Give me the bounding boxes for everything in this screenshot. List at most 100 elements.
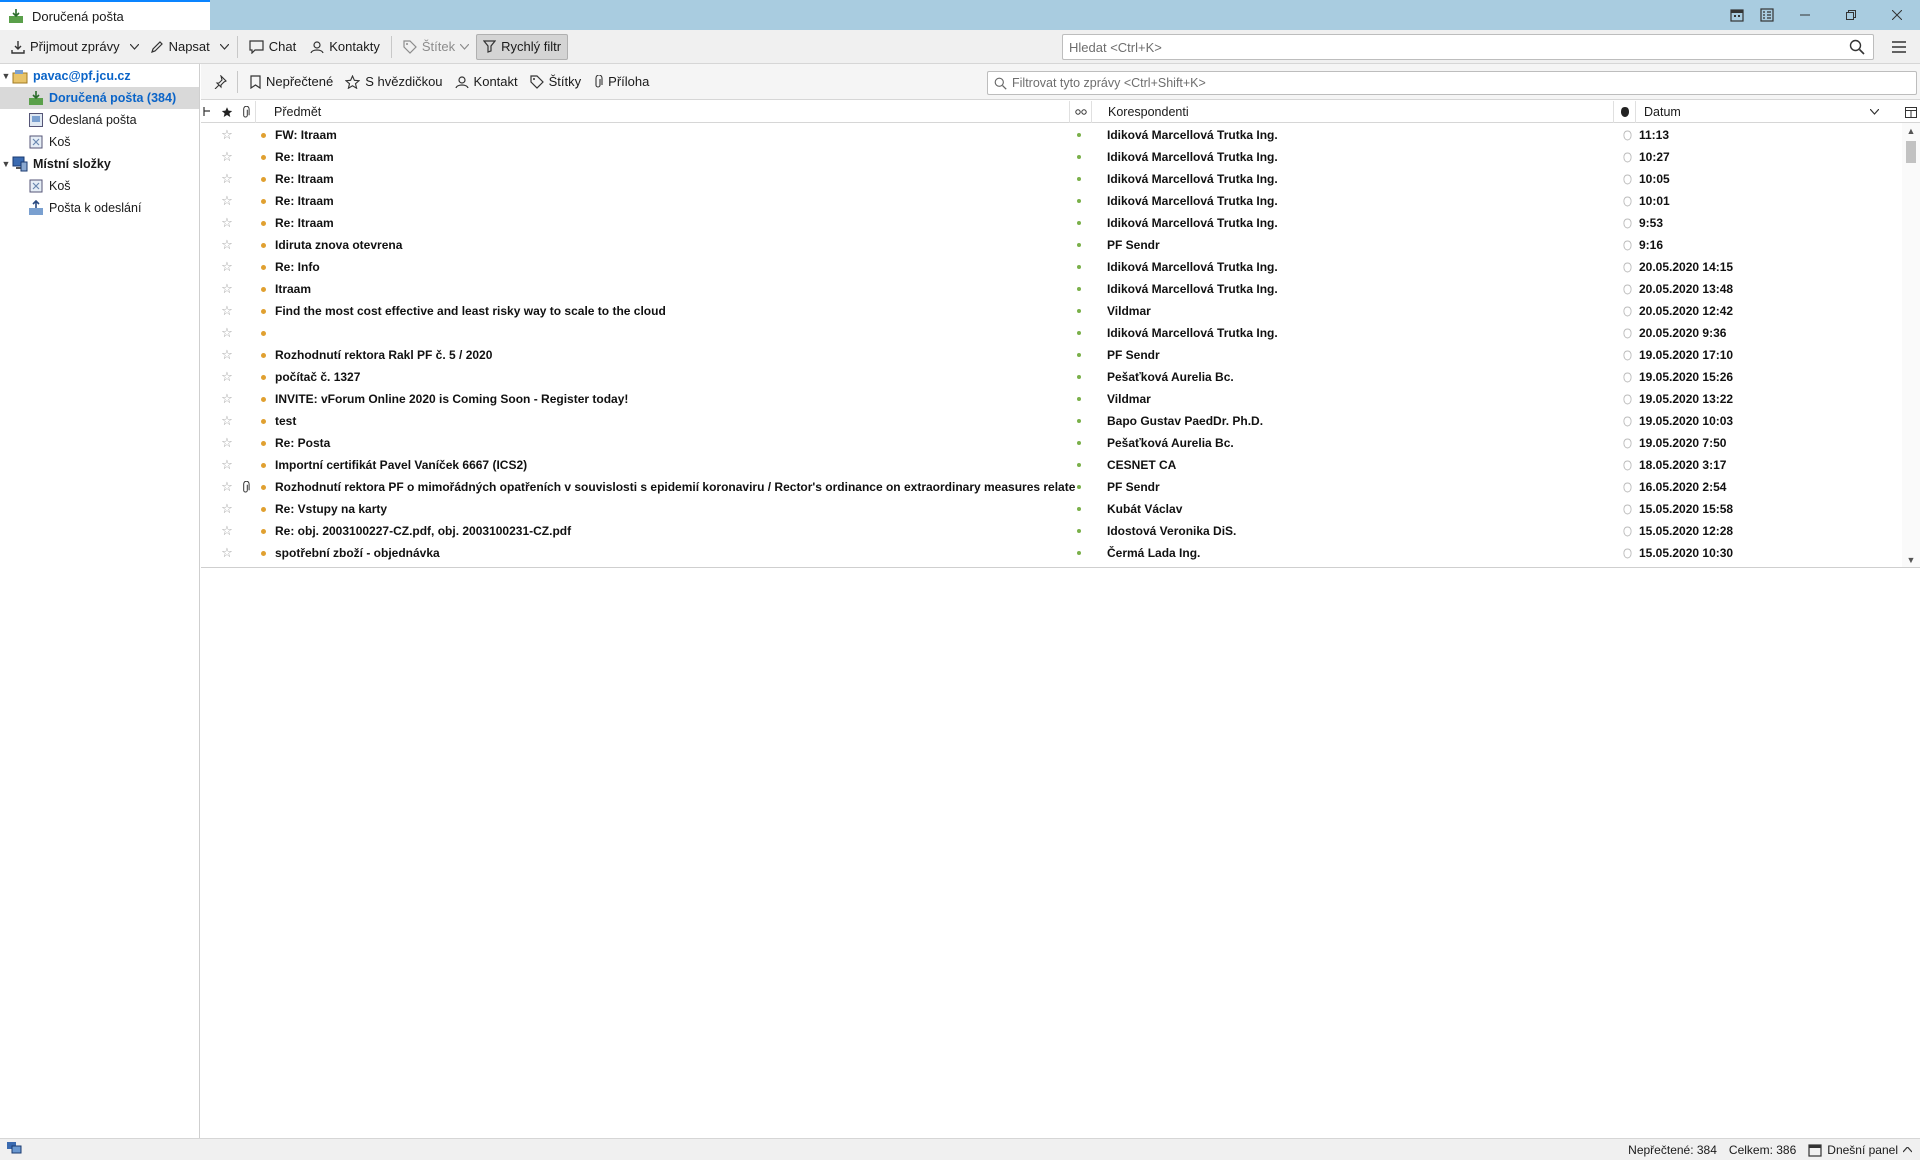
junk-status-icon[interactable] bbox=[1620, 498, 1634, 520]
read-status-icon[interactable] bbox=[1073, 520, 1085, 542]
junk-status-icon[interactable] bbox=[1620, 344, 1634, 366]
message-row[interactable]: ☆ počítač č. 1327 Pešaťková Aurelia Bc. 19.… bbox=[201, 366, 1901, 388]
filter-attachment-button[interactable]: Příloha bbox=[587, 70, 655, 94]
message-row[interactable]: ☆ Idiruta znova otevrena PF Sendr 9:16 bbox=[201, 234, 1901, 256]
read-status-icon[interactable] bbox=[1073, 300, 1085, 322]
message-row[interactable]: ☆ Re: Info Idiková Marcellová Trutka Ing. 2… bbox=[201, 256, 1901, 278]
read-status-icon[interactable] bbox=[1073, 344, 1085, 366]
folder-sent[interactable]: Odeslaná pošta bbox=[0, 109, 199, 131]
star-toggle-icon[interactable]: ☆ bbox=[219, 454, 235, 476]
star-toggle-icon[interactable]: ☆ bbox=[219, 190, 235, 212]
message-row[interactable]: ☆ Idiková Marcellová Trutka Ing. 20.05.202… bbox=[201, 322, 1901, 344]
star-toggle-icon[interactable]: ☆ bbox=[219, 124, 235, 146]
star-toggle-icon[interactable]: ☆ bbox=[219, 300, 235, 322]
star-toggle-icon[interactable]: ☆ bbox=[219, 146, 235, 168]
message-row[interactable]: ☆ Re: Itraam Idiková Marcellová Trutka Ing… bbox=[201, 190, 1901, 212]
minimize-button[interactable] bbox=[1782, 0, 1828, 30]
message-row[interactable]: ☆ test Bapo Gustav PaedDr. Ph.D. 19.05.2020… bbox=[201, 410, 1901, 432]
junk-status-icon[interactable] bbox=[1620, 388, 1634, 410]
filter-unread-button[interactable]: Nepřečtené bbox=[244, 70, 339, 94]
message-row[interactable]: ☆ Rozhodnutí rektora PF o mimořádných opa… bbox=[201, 476, 1901, 498]
read-status-icon[interactable] bbox=[1073, 432, 1085, 454]
star-toggle-icon[interactable]: ☆ bbox=[219, 278, 235, 300]
junk-status-icon[interactable] bbox=[1620, 146, 1634, 168]
junk-status-icon[interactable] bbox=[1620, 454, 1634, 476]
attachment-column-header[interactable] bbox=[237, 101, 253, 123]
restore-button[interactable] bbox=[1828, 0, 1874, 30]
app-menu-button[interactable] bbox=[1888, 36, 1910, 58]
junk-status-icon[interactable] bbox=[1620, 432, 1634, 454]
folder-local[interactable]: ▼ Místní složky bbox=[0, 153, 199, 175]
subject-column-header[interactable]: Předmět bbox=[255, 101, 1069, 123]
today-pane-button[interactable]: Dnešní panel bbox=[1808, 1143, 1912, 1157]
filter-tags-button[interactable]: Štítky bbox=[524, 70, 588, 94]
folder-outbox[interactable]: Pošta k odeslání bbox=[0, 197, 199, 219]
junk-status-icon[interactable] bbox=[1620, 476, 1634, 498]
chat-button[interactable]: Chat bbox=[242, 34, 303, 60]
filter-messages-input[interactable]: Filtrovat tyto zprávy <Ctrl+Shift+K> bbox=[987, 71, 1917, 95]
message-row[interactable]: ☆ FW: Itraam Idiková Marcellová Trutka Ing… bbox=[201, 124, 1901, 146]
thread-column-toggle[interactable] bbox=[203, 101, 217, 123]
read-status-icon[interactable] bbox=[1073, 146, 1085, 168]
thread-scrollbar[interactable]: ▲ ▼ bbox=[1902, 123, 1920, 567]
scroll-up-icon[interactable]: ▲ bbox=[1902, 123, 1920, 139]
contacts-button[interactable]: Kontakty bbox=[303, 34, 387, 60]
junk-status-icon[interactable] bbox=[1620, 410, 1634, 432]
read-status-icon[interactable] bbox=[1073, 256, 1085, 278]
read-status-icon[interactable] bbox=[1073, 212, 1085, 234]
online-status-icon[interactable] bbox=[6, 1141, 22, 1158]
calendar-icon[interactable] bbox=[1722, 0, 1752, 30]
star-toggle-icon[interactable]: ☆ bbox=[219, 234, 235, 256]
message-row[interactable]: ☆ Rozhodnutí rektora Rakl PF č. 5 / 2020 P… bbox=[201, 344, 1901, 366]
star-column-header[interactable] bbox=[219, 101, 235, 123]
message-row[interactable]: ☆ Find the most cost effective and least … bbox=[201, 300, 1901, 322]
folder-account[interactable]: ▼ pavac@pf.jcu.cz bbox=[0, 65, 199, 87]
filter-contact-button[interactable]: Kontakt bbox=[449, 70, 524, 94]
search-input[interactable]: Hledat <Ctrl+K> bbox=[1062, 34, 1874, 60]
message-row[interactable]: ☆ Re: obj. 2003100227-CZ.pdf, obj. 200310… bbox=[201, 520, 1901, 542]
star-toggle-icon[interactable]: ☆ bbox=[219, 322, 235, 344]
close-button[interactable] bbox=[1874, 0, 1920, 30]
star-toggle-icon[interactable]: ☆ bbox=[219, 520, 235, 542]
message-row[interactable]: ☆ Re: Vstupy na karty Kubát Václav 15.05.20… bbox=[201, 498, 1901, 520]
junk-status-icon[interactable] bbox=[1620, 168, 1634, 190]
junk-status-icon[interactable] bbox=[1620, 124, 1634, 146]
junk-status-icon[interactable] bbox=[1620, 190, 1634, 212]
folder-inbox[interactable]: Doručená pošta (384) bbox=[0, 87, 199, 109]
star-toggle-icon[interactable]: ☆ bbox=[219, 476, 235, 498]
read-status-icon[interactable] bbox=[1073, 498, 1085, 520]
star-toggle-icon[interactable]: ☆ bbox=[219, 366, 235, 388]
read-status-icon[interactable] bbox=[1073, 476, 1085, 498]
inbox-tab[interactable]: Doručená pošta bbox=[0, 0, 210, 30]
star-toggle-icon[interactable]: ☆ bbox=[219, 212, 235, 234]
star-toggle-icon[interactable]: ☆ bbox=[219, 498, 235, 520]
read-status-icon[interactable] bbox=[1073, 278, 1085, 300]
star-toggle-icon[interactable]: ☆ bbox=[219, 344, 235, 366]
write-dropdown[interactable] bbox=[217, 34, 233, 60]
folder-local-trash[interactable]: Koš bbox=[0, 175, 199, 197]
junk-status-icon[interactable] bbox=[1620, 322, 1634, 344]
star-toggle-icon[interactable]: ☆ bbox=[219, 168, 235, 190]
message-row[interactable]: ☆ INVITE: vForum Online 2020 is Coming So… bbox=[201, 388, 1901, 410]
star-toggle-icon[interactable]: ☆ bbox=[219, 542, 235, 564]
junk-status-icon[interactable] bbox=[1620, 542, 1634, 564]
get-messages-button[interactable]: Přijmout zprávy bbox=[4, 34, 127, 60]
star-toggle-icon[interactable]: ☆ bbox=[219, 256, 235, 278]
read-status-icon[interactable] bbox=[1073, 366, 1085, 388]
write-button[interactable]: Napsat bbox=[143, 34, 217, 60]
junk-status-icon[interactable] bbox=[1620, 256, 1634, 278]
tag-button[interactable]: Štítek bbox=[396, 34, 476, 60]
expand-twisty-icon[interactable]: ▼ bbox=[0, 71, 12, 81]
message-row[interactable]: ☆ Re: Itraam Idiková Marcellová Trutka Ing… bbox=[201, 212, 1901, 234]
sticky-filter-button[interactable] bbox=[207, 70, 233, 94]
read-status-icon[interactable] bbox=[1073, 190, 1085, 212]
read-column-header[interactable] bbox=[1069, 101, 1091, 123]
filter-starred-button[interactable]: S hvězdičkou bbox=[339, 70, 448, 94]
message-row[interactable]: ☆ Itraam Idiková Marcellová Trutka Ing. 20.… bbox=[201, 278, 1901, 300]
star-toggle-icon[interactable]: ☆ bbox=[219, 388, 235, 410]
folder-trash[interactable]: Koš bbox=[0, 131, 199, 153]
star-toggle-icon[interactable]: ☆ bbox=[219, 432, 235, 454]
read-status-icon[interactable] bbox=[1073, 454, 1085, 476]
message-row[interactable]: ☆ Re: Itraam Idiková Marcellová Trutka Ing… bbox=[201, 146, 1901, 168]
read-status-icon[interactable] bbox=[1073, 234, 1085, 256]
